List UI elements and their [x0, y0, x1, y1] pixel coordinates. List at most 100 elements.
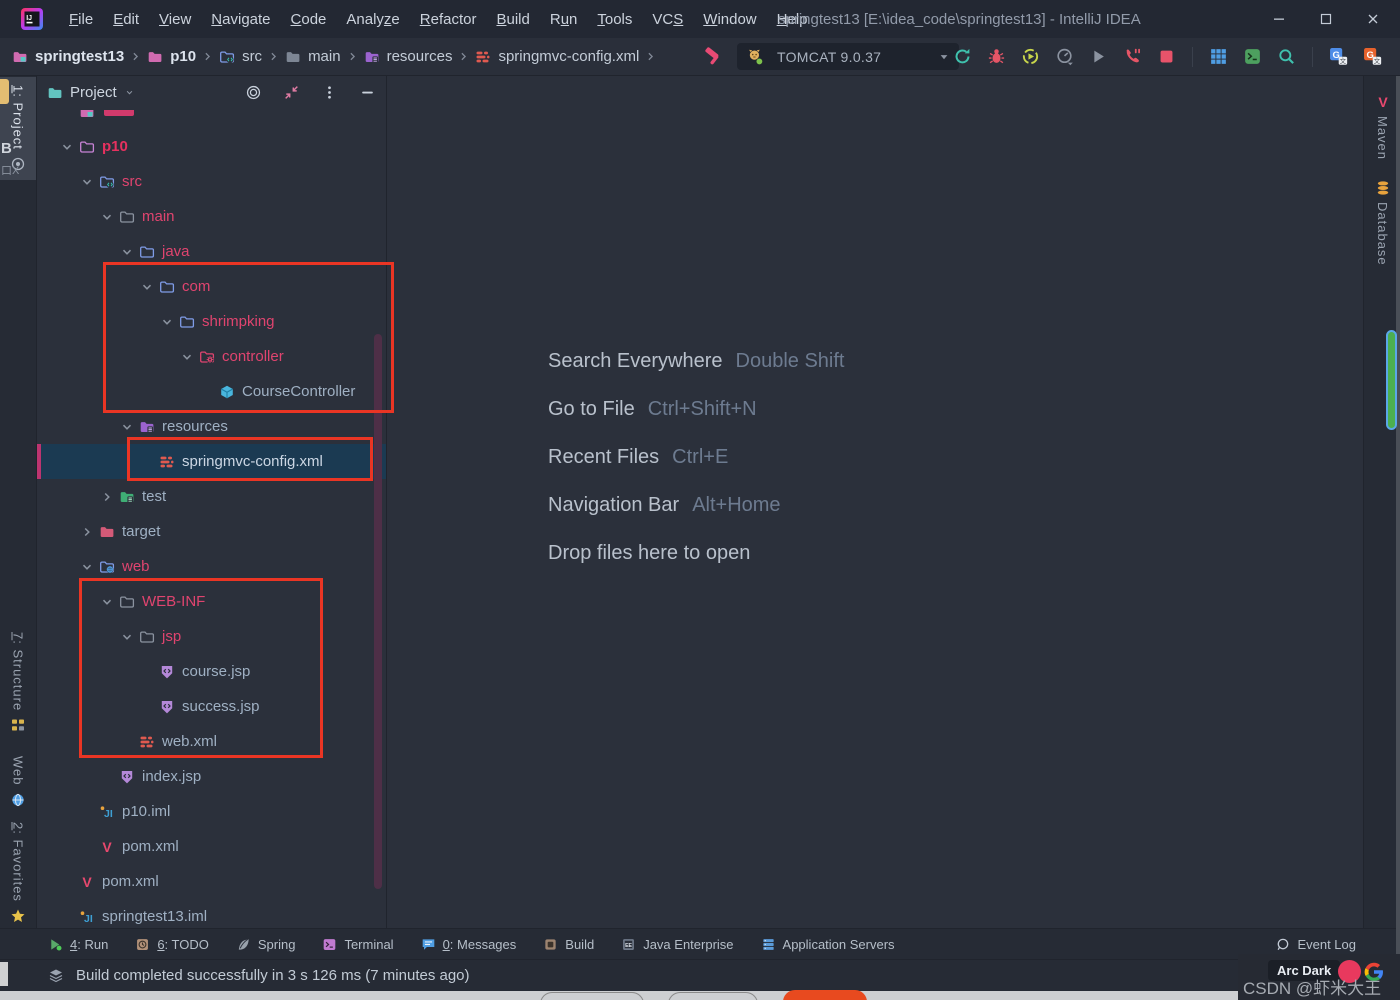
tree-item-controller[interactable]: controller: [37, 339, 386, 374]
sidebar-tab-7-structure[interactable]: 7: Structure: [0, 624, 36, 741]
tree-item-jsp[interactable]: jsp: [37, 619, 386, 654]
kebab-menu-button[interactable]: [321, 84, 338, 101]
tree-item-springtest13-iml[interactable]: JIspringtest13.iml: [37, 899, 386, 928]
window-minimize-button[interactable]: [1255, 0, 1302, 38]
toolwindow-tab-spring[interactable]: Spring: [236, 937, 296, 952]
menu-analyze[interactable]: Analyze: [336, 7, 409, 32]
project-panel-title[interactable]: Project: [70, 84, 117, 101]
breadcrumb-springmvc-config-xml[interactable]: springmvc-config.xml: [475, 48, 639, 65]
tree-item-pom-xml[interactable]: Vpom.xml: [37, 864, 386, 899]
grid-button[interactable]: [1209, 47, 1228, 66]
menu-window[interactable]: Window: [693, 7, 766, 32]
sidebar-tab-database[interactable]: Database: [1364, 172, 1400, 274]
sidebar-tab-2-favorites[interactable]: 2: Favorites: [0, 814, 36, 932]
tree-item-test[interactable]: test: [37, 479, 386, 514]
debug-button[interactable]: [987, 47, 1006, 66]
tree-item-src[interactable]: src: [37, 164, 386, 199]
chevron-expanded-icon[interactable]: [179, 349, 195, 365]
breadcrumb-src[interactable]: src: [219, 48, 262, 65]
toolwindow-tab-application-servers[interactable]: Application Servers: [761, 937, 895, 952]
tree-item-java[interactable]: java: [37, 234, 386, 269]
search-button[interactable]: [1277, 47, 1296, 66]
menu-vcs[interactable]: VCS: [642, 7, 693, 32]
toolwindow-tab-4-run[interactable]: 4: Run: [48, 937, 108, 952]
tree-item-coursecontroller[interactable]: CourseController: [37, 374, 386, 409]
tree-item-pom-xml[interactable]: Vpom.xml: [37, 829, 386, 864]
tree-item-web[interactable]: web: [37, 549, 386, 584]
locate-target-button[interactable]: [245, 84, 262, 101]
window-maximize-button[interactable]: [1302, 0, 1349, 38]
chevron-expanded-icon[interactable]: [119, 629, 135, 645]
shortcut-keys: Ctrl+Shift+N: [648, 398, 757, 421]
window-close-button[interactable]: [1349, 0, 1396, 38]
chevron-expanded-icon[interactable]: [159, 314, 175, 330]
toolbar-separator: [1312, 47, 1313, 67]
spring-leaf-icon: [236, 937, 251, 952]
build-hammer-icon[interactable]: [703, 46, 724, 67]
tree-item-resources[interactable]: resources: [37, 409, 386, 444]
collapse-all-button[interactable]: [283, 84, 300, 101]
toolwindow-tab-java-enterprise[interactable]: EEJava Enterprise: [621, 937, 733, 952]
chevron-expanded-icon[interactable]: [79, 174, 95, 190]
tree-item-course-jsp[interactable]: course.jsp: [37, 654, 386, 689]
indent-spacer: [139, 699, 155, 715]
hide-panel-button[interactable]: [359, 84, 376, 101]
chevron-expanded-icon[interactable]: [59, 139, 75, 155]
chevron-expanded-icon[interactable]: [139, 279, 155, 295]
tree-item-web-xml[interactable]: web.xml: [37, 724, 386, 759]
toolwindow-tab-6-todo[interactable]: 6: TODO: [135, 937, 209, 952]
translate-blue-button[interactable]: G文: [1329, 47, 1348, 66]
chevron-collapsed-icon[interactable]: [99, 489, 115, 505]
sidebar-tab-label: 2: Favorites: [11, 822, 26, 902]
tree-item-shrimpking[interactable]: shrimpking: [37, 304, 386, 339]
tree-item-label: jsp: [162, 628, 181, 645]
menu-refactor[interactable]: Refactor: [410, 7, 487, 32]
shortcut-keys: Alt+Home: [692, 494, 780, 517]
menu-edit[interactable]: Edit: [103, 7, 149, 32]
run-configuration-select[interactable]: TOMCAT 9.0.37: [737, 43, 959, 70]
breadcrumb-springtest13[interactable]: springtest13: [12, 48, 124, 65]
chevron-expanded-icon[interactable]: [119, 419, 135, 435]
tree-item-springmvc-config-xml[interactable]: springmvc-config.xml: [37, 444, 386, 479]
sidebar-tab-web[interactable]: Web: [0, 748, 36, 816]
tree-item-index-jsp[interactable]: index.jsp: [37, 759, 386, 794]
breadcrumb-p10[interactable]: p10: [147, 48, 196, 65]
tree-item-target[interactable]: target: [37, 514, 386, 549]
tree-item-web-inf[interactable]: WEB-INF: [37, 584, 386, 619]
rerun-button[interactable]: [953, 47, 972, 66]
toolwindow-tab-event-log[interactable]: Event Log: [1275, 937, 1356, 952]
tree-item-success-jsp[interactable]: success.jsp: [37, 689, 386, 724]
breadcrumb-resources[interactable]: resources: [364, 48, 453, 65]
menu-code[interactable]: Code: [281, 7, 337, 32]
menu-file[interactable]: File: [59, 7, 103, 32]
toolwindow-tab-build[interactable]: Build: [543, 937, 594, 952]
menu-view[interactable]: View: [149, 7, 201, 32]
terminal-green-button[interactable]: [1243, 47, 1262, 66]
chevron-expanded-icon[interactable]: [119, 244, 135, 260]
translate-orange-button[interactable]: G文: [1363, 47, 1382, 66]
tree-item-main[interactable]: main: [37, 199, 386, 234]
breadcrumb-main[interactable]: main: [285, 48, 341, 65]
tree-item-clipped[interactable]: [37, 110, 386, 129]
chevron-collapsed-icon[interactable]: [79, 524, 95, 540]
stop-button[interactable]: [1157, 47, 1176, 66]
menu-build[interactable]: Build: [486, 7, 539, 32]
run-gray-button[interactable]: [1089, 47, 1108, 66]
attach-debugger-button[interactable]: [1123, 47, 1142, 66]
profiler-button[interactable]: [1055, 47, 1074, 66]
tree-item-com[interactable]: com: [37, 269, 386, 304]
sidebar-tab-maven[interactable]: VMaven: [1364, 86, 1400, 168]
tree-scrollbar[interactable]: [374, 334, 382, 889]
chevron-expanded-icon[interactable]: [79, 559, 95, 575]
menu-navigate[interactable]: Navigate: [201, 7, 280, 32]
chevron-expanded-icon[interactable]: [99, 209, 115, 225]
menu-tools[interactable]: Tools: [587, 7, 642, 32]
coverage-button[interactable]: [1021, 47, 1040, 66]
toolwindow-tab-0-messages[interactable]: 0: Messages: [421, 937, 517, 952]
menu-run[interactable]: Run: [540, 7, 588, 32]
tree-item-p10-iml[interactable]: JIp10.iml: [37, 794, 386, 829]
chevron-expanded-icon[interactable]: [99, 594, 115, 610]
toolwindow-tab-terminal[interactable]: Terminal: [322, 937, 393, 952]
chevron-down-icon[interactable]: [124, 87, 135, 98]
tree-item-p10[interactable]: p10: [37, 129, 386, 164]
